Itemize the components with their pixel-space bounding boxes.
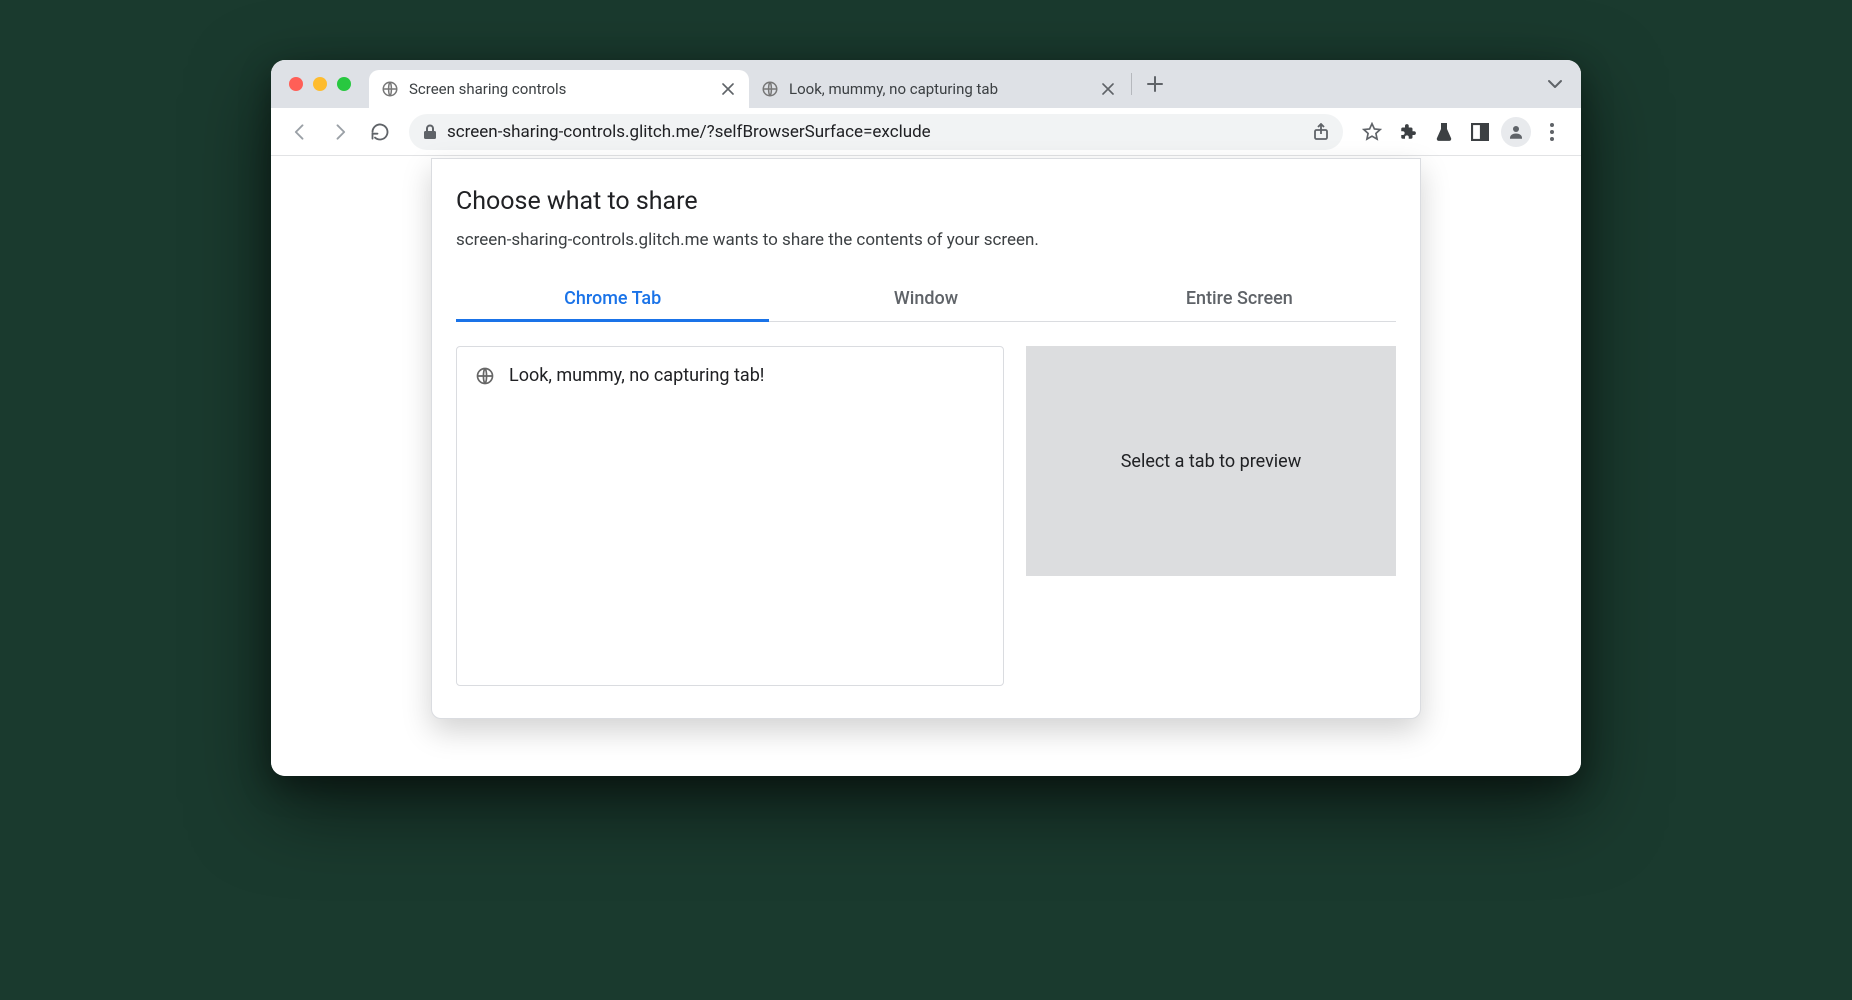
screen-share-dialog: Choose what to share screen-sharing-cont… xyxy=(431,158,1421,719)
share-body: Look, mummy, no capturing tab! Select a … xyxy=(456,346,1396,686)
tab-title: Look, mummy, no capturing tab xyxy=(789,80,1089,98)
close-icon[interactable] xyxy=(1099,80,1117,98)
browser-tab-inactive[interactable]: Look, mummy, no capturing tab xyxy=(749,70,1129,108)
reading-list-button[interactable] xyxy=(1463,115,1497,149)
reload-button[interactable] xyxy=(363,115,397,149)
labs-button[interactable] xyxy=(1427,115,1461,149)
share-tab-list-item-title: Look, mummy, no capturing tab! xyxy=(509,365,764,386)
lock-icon xyxy=(423,124,437,140)
address-bar[interactable]: screen-sharing-controls.glitch.me/?selfB… xyxy=(409,114,1343,150)
dialog-subtitle: screen-sharing-controls.glitch.me wants … xyxy=(456,230,1396,250)
dialog-title: Choose what to share xyxy=(456,187,1396,216)
share-tab-window[interactable]: Window xyxy=(769,276,1082,321)
forward-button[interactable] xyxy=(323,115,357,149)
browser-tab-active[interactable]: Screen sharing controls xyxy=(369,70,749,108)
back-button[interactable] xyxy=(283,115,317,149)
close-window-button[interactable] xyxy=(289,77,303,91)
tab-divider xyxy=(1131,73,1132,95)
bookmark-button[interactable] xyxy=(1355,115,1389,149)
tab-strip: Screen sharing controls Look, mummy, no … xyxy=(271,60,1581,108)
menu-button[interactable] xyxy=(1535,115,1569,149)
tab-title: Screen sharing controls xyxy=(409,80,709,98)
preview-panel: Select a tab to preview xyxy=(1026,346,1396,576)
share-icon[interactable] xyxy=(1313,123,1329,141)
preview-placeholder-text: Select a tab to preview xyxy=(1121,451,1302,472)
profile-button[interactable] xyxy=(1499,115,1533,149)
toolbar-actions xyxy=(1355,115,1569,149)
url-text: screen-sharing-controls.glitch.me/?selfB… xyxy=(447,122,1303,142)
maximize-window-button[interactable] xyxy=(337,77,351,91)
globe-icon xyxy=(761,80,779,98)
share-tab-entire-screen[interactable]: Entire Screen xyxy=(1083,276,1396,321)
tab-overflow-button[interactable] xyxy=(1547,79,1569,89)
page-content: Choose what to share screen-sharing-cont… xyxy=(271,156,1581,776)
share-tab-list-item[interactable]: Look, mummy, no capturing tab! xyxy=(457,355,1003,396)
browser-window: Screen sharing controls Look, mummy, no … xyxy=(271,60,1581,776)
minimize-window-button[interactable] xyxy=(313,77,327,91)
globe-icon xyxy=(381,80,399,98)
share-tab-list: Look, mummy, no capturing tab! xyxy=(456,346,1004,686)
close-icon[interactable] xyxy=(719,80,737,98)
share-tab-chrome-tab[interactable]: Chrome Tab xyxy=(456,276,769,321)
extensions-button[interactable] xyxy=(1391,115,1425,149)
share-source-tabs: Chrome Tab Window Entire Screen xyxy=(456,276,1396,322)
avatar-icon xyxy=(1501,117,1531,147)
globe-icon xyxy=(475,366,495,386)
toolbar: screen-sharing-controls.glitch.me/?selfB… xyxy=(271,108,1581,156)
window-controls xyxy=(289,77,351,91)
new-tab-button[interactable] xyxy=(1140,69,1170,99)
